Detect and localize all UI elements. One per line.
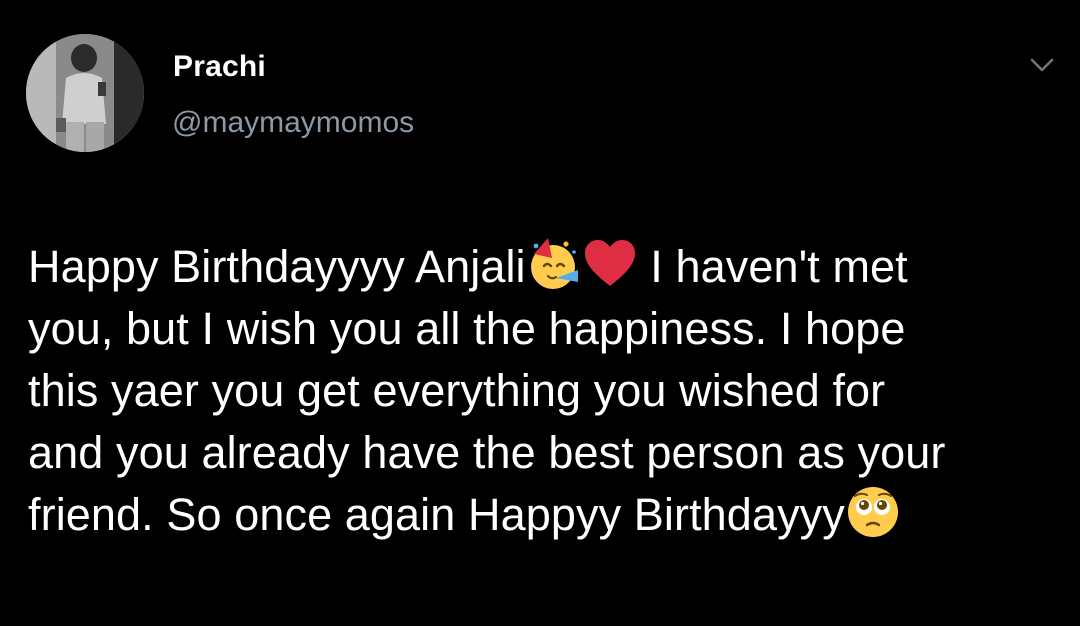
tweet-line-1-text-b: I haven't met: [637, 241, 908, 292]
user-handle[interactable]: @maymaymomos: [172, 106, 414, 140]
tweet-line-1: Happy Birthdayyyy Anjali I haven't met: [28, 236, 1058, 298]
pleading-face-icon: [845, 484, 901, 540]
tweet-line-2: you, but I wish you all the happiness. I…: [28, 303, 906, 354]
tweet-card: Prachi @maymaymomos Happy Birthdayyyy An…: [0, 0, 1080, 626]
chevron-down-icon[interactable]: [1024, 52, 1060, 78]
red-heart-icon: [582, 236, 638, 292]
tweet-line-5: friend. So once again Happyy Birthdayyy: [28, 484, 1058, 546]
tweet-line-5-text: friend. So once again Happyy Birthdayyy: [28, 489, 845, 540]
tweet-line-1-text-a: Happy Birthdayyyy Anjali: [28, 241, 526, 292]
tweet-line-4: and you already have the best person as …: [28, 427, 946, 478]
avatar[interactable]: [26, 34, 144, 152]
display-name[interactable]: Prachi: [173, 50, 266, 84]
tweet-text: Happy Birthdayyyy Anjali I haven't met y…: [28, 236, 1058, 546]
partying-face-icon: [526, 236, 582, 292]
tweet-line-3: this yaer you get everything you wished …: [28, 365, 886, 416]
